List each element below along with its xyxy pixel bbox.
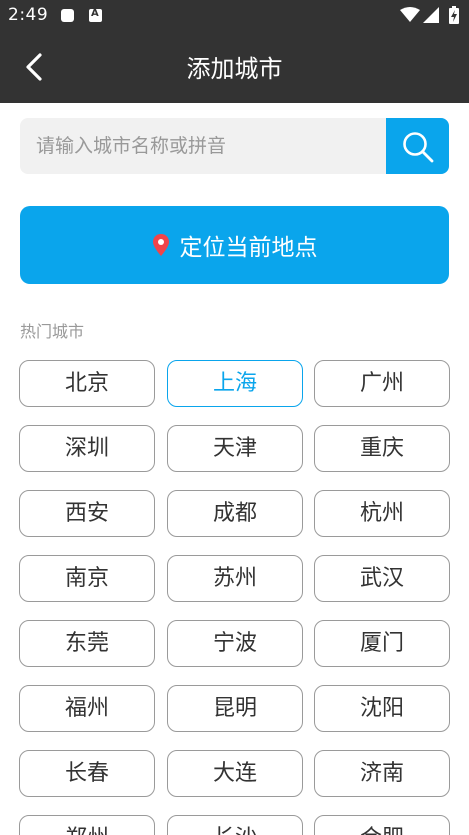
battery-charging-icon [449, 6, 459, 24]
city-button[interactable]: 武汉 [314, 555, 450, 602]
city-button[interactable]: 广州 [314, 360, 450, 407]
city-button[interactable]: 沈阳 [314, 685, 450, 732]
city-button[interactable]: 福州 [19, 685, 155, 732]
search-input[interactable] [20, 118, 386, 174]
signal-icon [423, 7, 439, 23]
search-icon [403, 132, 434, 163]
city-button[interactable]: 合肥 [314, 815, 450, 835]
locate-label: 定位当前地点 [179, 235, 318, 261]
city-button[interactable]: 苏州 [167, 555, 303, 602]
city-button[interactable]: 杭州 [314, 490, 450, 537]
city-button[interactable]: 南京 [19, 555, 155, 602]
city-button[interactable]: 深圳 [19, 425, 155, 472]
city-button[interactable]: 宁波 [167, 620, 303, 667]
search-button[interactable] [386, 118, 449, 174]
city-button[interactable]: 昆明 [167, 685, 303, 732]
notification-a-icon [89, 8, 102, 22]
city-button[interactable]: 成都 [167, 490, 303, 537]
wifi-icon [400, 7, 420, 22]
city-button[interactable]: 上海 [167, 360, 303, 407]
city-button[interactable]: 大连 [167, 750, 303, 797]
city-button[interactable]: 重庆 [314, 425, 450, 472]
city-button[interactable]: 厦门 [314, 620, 450, 667]
city-button[interactable]: 西安 [19, 490, 155, 537]
hot-cities-label: 热门城市 [20, 322, 85, 341]
city-button[interactable]: 北京 [19, 360, 155, 407]
top-bar: 2:49 添加城市 [0, 0, 469, 103]
city-button[interactable]: 长春 [19, 750, 155, 797]
location-pin-icon [152, 234, 169, 256]
status-bar: 2:49 [0, 0, 469, 32]
city-button[interactable]: 东莞 [19, 620, 155, 667]
page-title: 添加城市 [186, 55, 283, 83]
search-bar [20, 118, 449, 174]
city-button[interactable]: 郑州 [19, 815, 155, 835]
locate-current-button[interactable]: 定位当前地点 [20, 206, 449, 284]
city-button[interactable]: 天津 [167, 425, 303, 472]
notification-square-icon [61, 9, 74, 22]
city-button[interactable]: 长沙 [167, 815, 303, 835]
city-button[interactable]: 济南 [314, 750, 450, 797]
status-time: 2:49 [8, 5, 49, 25]
app-root: 2:49 添加城市 [0, 0, 469, 835]
